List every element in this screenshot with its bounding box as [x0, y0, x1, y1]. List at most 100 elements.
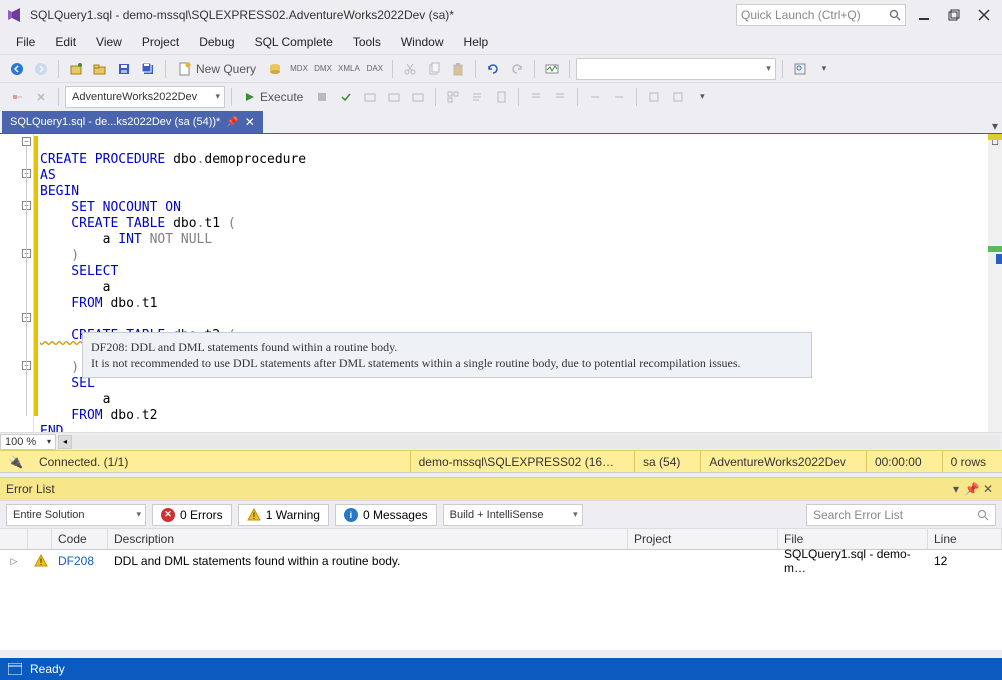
error-file: SQLQuery1.sql - demo-m…: [778, 547, 928, 575]
error-list-header: Error List ▾ 📌 ✕: [0, 478, 1002, 500]
menu-window[interactable]: Window: [391, 33, 454, 51]
errors-filter[interactable]: ✕0 Errors: [152, 504, 232, 526]
menu-bar: File Edit View Project Debug SQL Complet…: [0, 30, 1002, 54]
error-source-combo[interactable]: Build + IntelliSense: [443, 504, 583, 526]
tab-close-icon[interactable]: ✕: [245, 115, 255, 129]
navigate-forward-button[interactable]: [30, 58, 52, 80]
window-title: SQLQuery1.sql - demo-mssql\SQLEXPRESS02.…: [30, 8, 454, 22]
error-scope-combo[interactable]: Entire Solution: [6, 504, 146, 526]
warnings-filter[interactable]: !1 Warning: [238, 504, 329, 526]
menu-project[interactable]: Project: [132, 33, 189, 51]
toolbar2-overflow-icon[interactable]: ▾: [691, 86, 713, 108]
tab-dropdown-icon[interactable]: ▾: [988, 119, 1002, 133]
stop-button[interactable]: [311, 86, 333, 108]
menu-tools[interactable]: Tools: [343, 33, 391, 51]
dax-button[interactable]: DAX: [364, 58, 386, 80]
code-text[interactable]: CREATE PROCEDURE dbo.demoprocedure AS BE…: [34, 134, 1002, 432]
ide-status-bar: Ready: [0, 658, 1002, 680]
document-tab[interactable]: SQLQuery1.sql - de...ks2022Dev (sa (54))…: [2, 111, 263, 133]
solution-config-combo[interactable]: [576, 58, 776, 80]
outdent-button[interactable]: [608, 86, 630, 108]
col-description[interactable]: Description: [108, 529, 628, 549]
find-button[interactable]: [789, 58, 811, 80]
new-query-button[interactable]: New Query: [172, 58, 262, 80]
navigate-back-button[interactable]: [6, 58, 28, 80]
mdx-button[interactable]: MDX: [288, 58, 310, 80]
zoom-combo[interactable]: 100 %▾: [0, 434, 56, 450]
results-file-button[interactable]: [490, 86, 512, 108]
window-layout-icon[interactable]: [8, 663, 22, 675]
menu-help[interactable]: Help: [454, 33, 499, 51]
messages-filter[interactable]: i0 Messages: [335, 504, 437, 526]
tooltip-line1: DF208: DDL and DML statements found with…: [91, 339, 803, 355]
dmx-button[interactable]: DMX: [312, 58, 334, 80]
error-desc: DDL and DML statements found within a ro…: [108, 554, 628, 568]
quick-launch-input[interactable]: Quick Launch (Ctrl+Q): [736, 4, 906, 26]
error-code[interactable]: DF208: [52, 554, 108, 568]
col-file[interactable]: File: [778, 529, 928, 549]
col-line[interactable]: Line: [928, 529, 1002, 549]
code-editor[interactable]: CREATE PROCEDURE dbo.demoprocedure AS BE…: [0, 134, 1002, 432]
results-text-button[interactable]: [466, 86, 488, 108]
search-error-list-input[interactable]: Search Error List: [806, 504, 996, 526]
undo-button[interactable]: [482, 58, 504, 80]
activity-monitor-button[interactable]: [541, 58, 563, 80]
panel-pin-icon[interactable]: 📌: [964, 482, 980, 496]
misc-button-1[interactable]: [643, 86, 665, 108]
change-connection-button[interactable]: [30, 86, 52, 108]
scrollbar-horizontal[interactable]: ◂: [58, 435, 1000, 449]
col-project[interactable]: Project: [628, 529, 778, 549]
plan2-button[interactable]: [383, 86, 405, 108]
save-all-button[interactable]: [137, 58, 159, 80]
comment-button[interactable]: [525, 86, 547, 108]
info-icon: i: [344, 508, 358, 522]
close-button[interactable]: [972, 3, 996, 27]
copy-button[interactable]: [423, 58, 445, 80]
quick-launch-placeholder: Quick Launch (Ctrl+Q): [741, 8, 861, 22]
open-button[interactable]: [89, 58, 111, 80]
plan1-button[interactable]: [359, 86, 381, 108]
uncomment-button[interactable]: [549, 86, 571, 108]
database-combo[interactable]: AdventureWorks2022Dev: [65, 86, 225, 108]
connect-button[interactable]: [6, 86, 28, 108]
fold-toggle[interactable]: [22, 137, 31, 146]
xmla-button[interactable]: XMLA: [336, 58, 362, 80]
pin-icon[interactable]: 📌: [226, 117, 238, 128]
save-button[interactable]: [113, 58, 135, 80]
col-expand[interactable]: [0, 529, 28, 549]
panel-close-icon[interactable]: ✕: [980, 482, 996, 496]
parse-button[interactable]: [335, 86, 357, 108]
toolbar-overflow-icon[interactable]: ▾: [813, 58, 835, 80]
toolbar-main: New Query MDX DMX XMLA DAX ▾: [0, 54, 1002, 82]
misc-button-2[interactable]: [667, 86, 689, 108]
new-project-button[interactable]: [65, 58, 87, 80]
minimize-button[interactable]: [912, 3, 936, 27]
expand-icon[interactable]: ▷: [7, 556, 22, 567]
plan3-button[interactable]: [407, 86, 429, 108]
error-grid-body: ▷ ! DF208 DDL and DML statements found w…: [0, 550, 1002, 650]
scrollbar-vertical[interactable]: ▢: [988, 134, 1002, 432]
menu-sqlcomplete[interactable]: SQL Complete: [245, 33, 343, 51]
redo-button[interactable]: [506, 58, 528, 80]
menu-debug[interactable]: Debug: [189, 33, 244, 51]
status-user: sa (54): [634, 451, 688, 472]
error-list-toolbar: Entire Solution ✕0 Errors !1 Warning i0 …: [0, 500, 1002, 528]
col-code[interactable]: Code: [52, 529, 108, 549]
menu-view[interactable]: View: [86, 33, 132, 51]
document-tab-strip: SQLQuery1.sql - de...ks2022Dev (sa (54))…: [0, 110, 1002, 134]
cut-button[interactable]: [399, 58, 421, 80]
query-status-bar: 🔌 Connected. (1/1) demo-mssql\SQLEXPRESS…: [0, 450, 1002, 472]
menu-edit[interactable]: Edit: [45, 33, 86, 51]
execute-button[interactable]: Execute: [238, 86, 309, 108]
error-row[interactable]: ▷ ! DF208 DDL and DML statements found w…: [0, 550, 1002, 572]
paste-button[interactable]: [447, 58, 469, 80]
col-icon[interactable]: [28, 529, 52, 549]
menu-file[interactable]: File: [6, 33, 45, 51]
status-connected: Connected. (1/1): [39, 455, 128, 469]
db-icon-button[interactable]: [264, 58, 286, 80]
results-grid-button[interactable]: [442, 86, 464, 108]
panel-dropdown-icon[interactable]: ▾: [948, 482, 964, 496]
indent-button[interactable]: [584, 86, 606, 108]
warning-icon: !: [34, 554, 48, 568]
restore-button[interactable]: [942, 3, 966, 27]
